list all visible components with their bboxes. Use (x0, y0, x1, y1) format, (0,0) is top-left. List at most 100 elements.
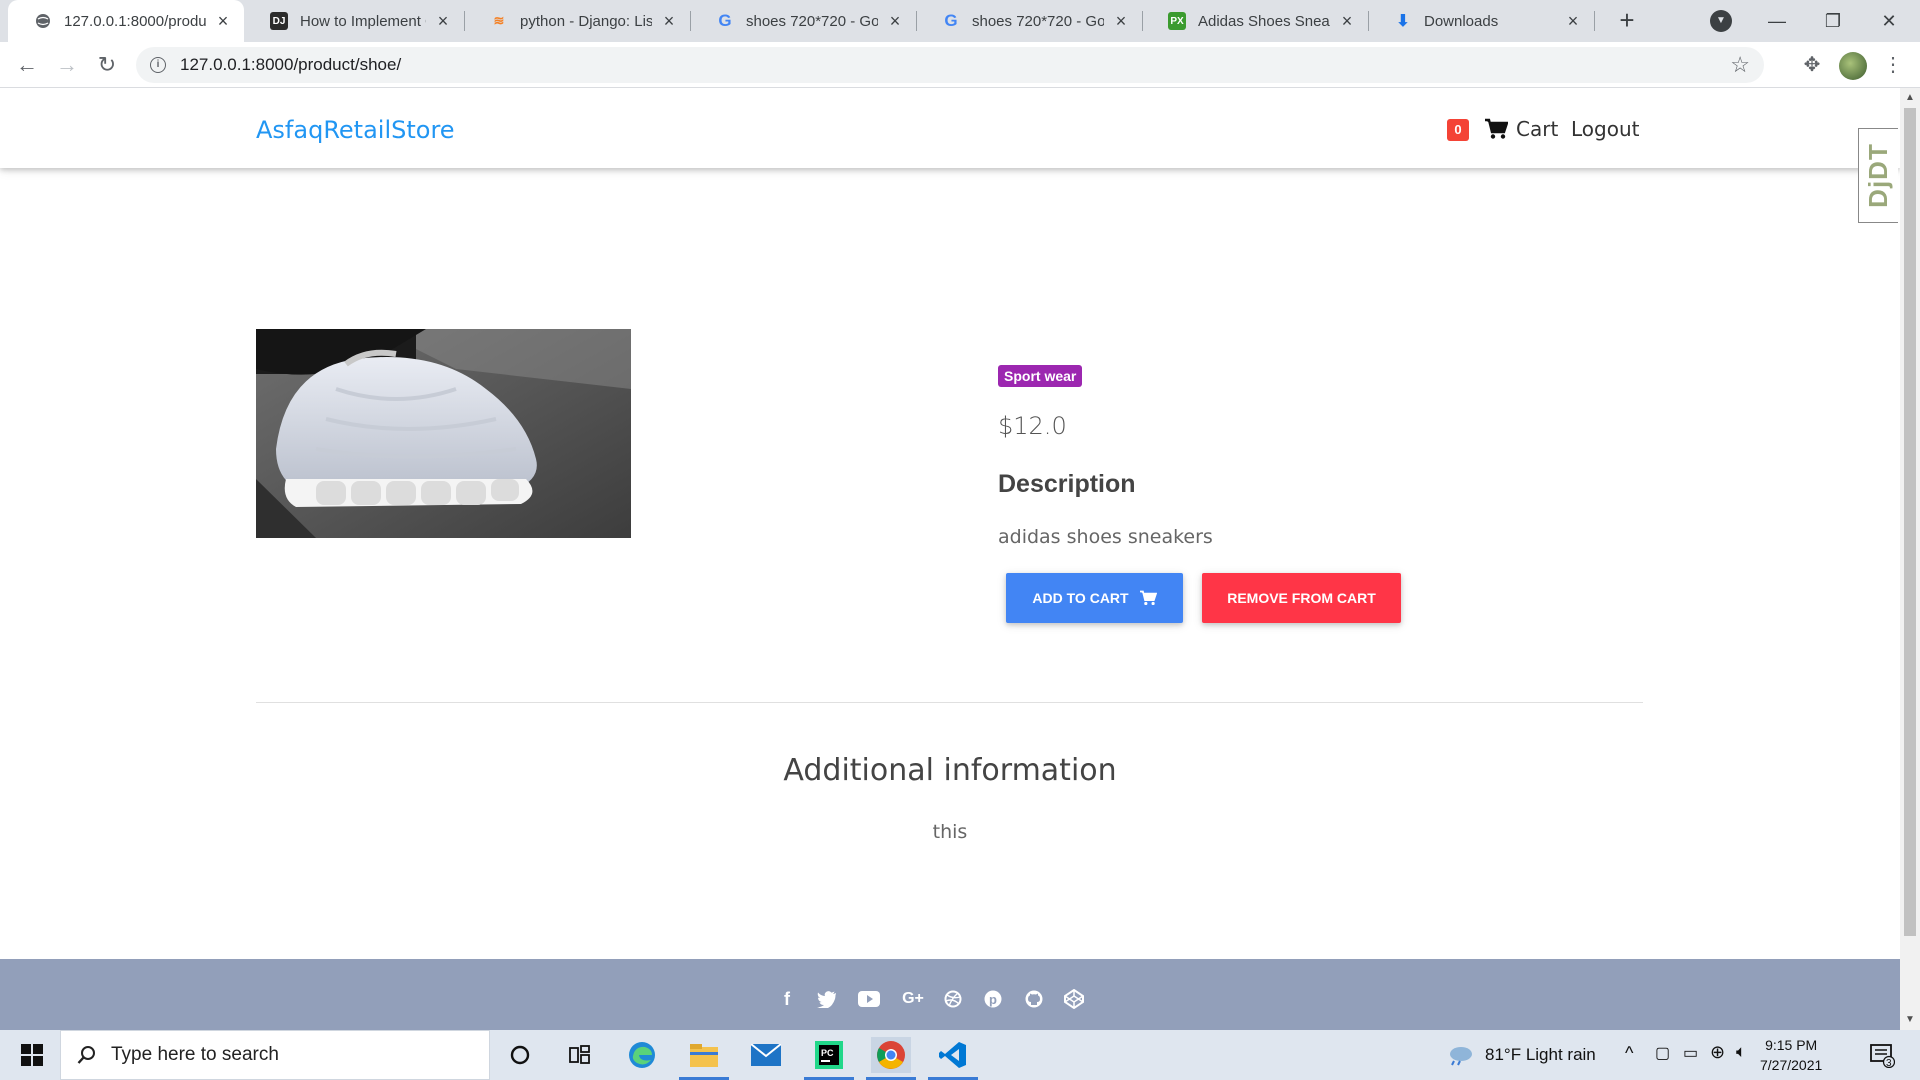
window-close-icon[interactable]: ✕ (1866, 4, 1912, 38)
close-icon[interactable]: × (660, 11, 678, 32)
tab-adidas-shoes[interactable]: PX Adidas Shoes Sneaker × (1142, 0, 1368, 42)
vscode-icon[interactable] (933, 1037, 973, 1073)
tab-search-icon[interactable]: ▼ (1710, 10, 1732, 32)
category-badge[interactable]: Sport wear (998, 365, 1083, 387)
taskbar-search-box[interactable]: Type here to search (60, 1030, 490, 1080)
close-icon[interactable]: × (1338, 11, 1356, 32)
github-icon[interactable] (1021, 986, 1047, 1012)
tab-title: Adidas Shoes Sneaker (1198, 12, 1330, 30)
description-heading: Description (998, 470, 1136, 498)
cart-count-badge[interactable]: 0 (1447, 119, 1469, 141)
cart-link[interactable]: Cart (1484, 117, 1558, 141)
system-clock[interactable]: 9:15 PM 7/27/2021 (1760, 1035, 1822, 1075)
network-globe-icon[interactable]: ⊕ (1710, 1042, 1725, 1063)
google-icon: G (718, 11, 732, 30)
info-icon[interactable]: i (150, 57, 166, 73)
scrollbar-thumb[interactable] (1904, 108, 1916, 936)
close-icon[interactable]: × (434, 11, 452, 32)
chevron-up-icon[interactable]: ^ (1625, 1043, 1633, 1064)
battery-icon[interactable]: ▭ (1683, 1043, 1698, 1063)
windows-taskbar: Type here to search PC 81°F Light rain ^… (0, 1030, 1920, 1080)
additional-info-heading: Additional information (783, 753, 1117, 788)
weather-cloud-rain-icon[interactable] (1440, 1037, 1480, 1073)
file-explorer-icon[interactable] (684, 1037, 724, 1073)
scroll-down-arrow-icon[interactable]: ▼ (1905, 1014, 1915, 1025)
close-icon[interactable]: × (1112, 11, 1130, 32)
add-to-cart-label: ADD TO CART (1032, 590, 1129, 606)
edge-browser-icon[interactable] (622, 1037, 662, 1073)
extensions-puzzle-icon[interactable]: ✥ (1797, 50, 1827, 80)
forward-icon[interactable]: → (52, 50, 82, 80)
profile-avatar[interactable] (1839, 52, 1867, 80)
download-icon: ⬇ (1396, 13, 1410, 30)
menu-kebab-icon[interactable]: ⋮ (1878, 50, 1908, 80)
tab-title: shoes 720*720 - Goog (972, 12, 1104, 30)
restore-icon[interactable]: ❐ (1810, 4, 1856, 38)
px-icon: PX (1168, 12, 1186, 30)
tab-google-shoes-2[interactable]: G shoes 720*720 - Goog × (916, 0, 1142, 42)
product-description: adidas shoes sneakers (998, 526, 1213, 548)
shopping-cart-icon (1485, 118, 1508, 139)
weather-text[interactable]: 81°F Light rain (1485, 1045, 1596, 1065)
tab-title: python - Django: List (520, 12, 652, 30)
close-icon[interactable]: × (214, 11, 232, 32)
page-viewport: AsfaqRetailStore 0 Cart Logout DjDT Spor… (0, 88, 1900, 1030)
reload-icon[interactable]: ↻ (92, 50, 122, 80)
tab-how-to-implement[interactable]: DJ How to Implement Ca × (244, 0, 464, 42)
close-icon[interactable]: × (1564, 11, 1582, 32)
clock-date: 7/27/2021 (1760, 1057, 1823, 1073)
tab-title: Downloads (1424, 12, 1499, 30)
remove-from-cart-button[interactable]: REMOVE FROM CART (1202, 573, 1401, 623)
tab-google-shoes-1[interactable]: G shoes 720*720 - Goog × (690, 0, 916, 42)
tab-python-django[interactable]: ≋ python - Django: List × (464, 0, 690, 42)
minimize-icon[interactable]: — (1754, 4, 1800, 38)
tab-title: How to Implement Ca (300, 12, 426, 30)
volume-icon[interactable]: 🔈︎ (1736, 1042, 1746, 1062)
back-icon[interactable]: ← (12, 50, 42, 80)
tab-separator (1594, 11, 1595, 31)
new-tab-button[interactable]: + (1612, 6, 1642, 36)
meet-now-icon[interactable]: ▢ (1655, 1043, 1670, 1063)
cortana-icon[interactable] (500, 1037, 540, 1073)
bookmark-star-icon[interactable]: ☆ (1730, 52, 1750, 78)
notification-center-icon[interactable]: 3 (1862, 1037, 1902, 1073)
chrome-icon[interactable] (871, 1037, 911, 1073)
mail-icon[interactable] (746, 1037, 786, 1073)
product-price: $12.0 (998, 412, 1067, 440)
google-icon: G (944, 11, 958, 30)
logout-link[interactable]: Logout (1571, 117, 1639, 141)
search-icon (77, 1046, 95, 1064)
shopping-cart-icon (1139, 590, 1157, 606)
django-debug-toolbar-handle[interactable]: DjDT (1858, 128, 1898, 223)
brand-logo-link[interactable]: AsfaqRetailStore (256, 116, 455, 144)
twitter-icon[interactable] (814, 986, 840, 1012)
page-scrollbar[interactable]: ▲ ▼ (1900, 88, 1920, 1030)
dj-icon: DJ (270, 12, 288, 30)
browser-tab-strip: 127.0.0.1:8000/product/shoe/ × DJ How to… (0, 0, 1920, 42)
facebook-icon[interactable]: f (774, 986, 800, 1012)
address-url[interactable]: 127.0.0.1:8000/product/shoe/ (180, 55, 401, 75)
pycharm-icon[interactable]: PC (809, 1037, 849, 1073)
tab-downloads[interactable]: ⬇ Downloads × (1368, 0, 1594, 42)
task-view-icon[interactable] (560, 1037, 600, 1073)
pinterest-icon[interactable]: p (980, 986, 1006, 1012)
additional-info-text: this (932, 821, 968, 843)
tab-product-shoe[interactable]: 127.0.0.1:8000/product/shoe/ × (8, 0, 244, 42)
djdt-label: DjDT (1863, 143, 1894, 208)
dribbble-icon[interactable] (940, 986, 966, 1012)
codepen-icon[interactable] (1061, 986, 1087, 1012)
close-icon[interactable]: × (886, 11, 904, 32)
tab-title: 127.0.0.1:8000/product/shoe/ (64, 12, 206, 30)
add-to-cart-button[interactable]: ADD TO CART (1006, 573, 1183, 623)
site-navbar: AsfaqRetailStore 0 Cart Logout (0, 88, 1900, 168)
product-image (256, 329, 631, 538)
windows-start-icon[interactable] (8, 1030, 56, 1080)
google-plus-icon[interactable]: G+ (900, 986, 926, 1012)
remove-from-cart-label: REMOVE FROM CART (1227, 590, 1376, 606)
address-bar[interactable]: i 127.0.0.1:8000/product/shoe/ ☆ (136, 47, 1764, 83)
social-icons-row: f G+ p (0, 959, 1900, 1030)
svg-text:PC: PC (821, 1048, 834, 1058)
youtube-icon[interactable] (856, 986, 882, 1012)
tab-title: shoes 720*720 - Goog (746, 12, 878, 30)
scroll-up-arrow-icon[interactable]: ▲ (1905, 92, 1915, 103)
